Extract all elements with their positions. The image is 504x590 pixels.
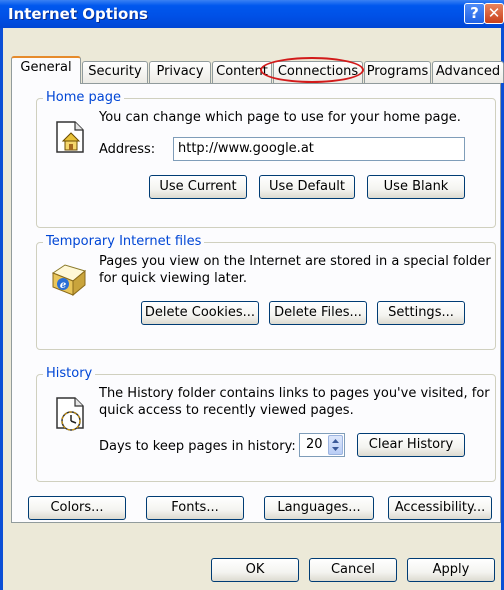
accessibility-button[interactable]: Accessibility... — [388, 496, 492, 520]
window-title: Internet Options — [8, 5, 148, 23]
tab-connections[interactable]: Connections — [273, 61, 363, 83]
home-page-description: You can change which page to use for you… — [99, 110, 461, 125]
title-bar[interactable]: Internet Options ? ✕ — [0, 0, 504, 28]
days-input[interactable]: 20 — [299, 433, 345, 457]
spinner-arrows-icon — [332, 439, 339, 451]
home-page-legend: Home page — [43, 90, 124, 106]
temp-files-description-line1: Pages you view on the Internet are store… — [99, 254, 491, 269]
svg-text:e: e — [60, 280, 66, 291]
tab-content[interactable]: Content — [212, 61, 272, 83]
history-clock-icon — [56, 397, 84, 431]
tab-advanced[interactable]: Advanced — [432, 61, 504, 83]
history-description-line2: quick access to recently viewed pages. — [99, 403, 354, 418]
ie-folder-icon: e — [51, 264, 87, 297]
days-value: 20 — [306, 437, 323, 452]
internet-options-window: Internet Options ? ✕ General Security Pr… — [0, 0, 504, 590]
colors-button[interactable]: Colors... — [28, 496, 126, 520]
delete-cookies-button[interactable]: Delete Cookies... — [141, 301, 259, 325]
clear-history-button[interactable]: Clear History — [357, 433, 465, 457]
history-legend: History — [43, 366, 96, 382]
temp-files-legend: Temporary Internet files — [43, 234, 205, 250]
cancel-button[interactable]: Cancel — [309, 558, 397, 582]
days-spinner[interactable] — [328, 435, 343, 455]
address-input[interactable]: http://www.google.at — [173, 137, 465, 161]
close-button[interactable]: ✕ — [484, 3, 504, 24]
history-description-line1: The History folder contains links to pag… — [99, 386, 490, 401]
apply-button[interactable]: Apply — [407, 558, 495, 582]
general-tab-panel: Home page You can change which page to u… — [11, 83, 501, 523]
temp-files-group: Temporary Internet files e Pages you vie… — [36, 234, 496, 350]
address-label: Address: — [99, 142, 156, 157]
tab-programs[interactable]: Programs — [364, 61, 431, 83]
tab-general[interactable]: General — [11, 56, 81, 84]
use-current-button[interactable]: Use Current — [149, 175, 247, 199]
fonts-button[interactable]: Fonts... — [146, 496, 244, 520]
temp-files-description-line2: for quick viewing later. — [99, 271, 248, 286]
help-button[interactable]: ? — [464, 3, 485, 24]
home-page-icon — [56, 121, 84, 153]
delete-files-button[interactable]: Delete Files... — [269, 301, 367, 325]
use-default-button[interactable]: Use Default — [259, 175, 355, 199]
tab-privacy[interactable]: Privacy — [149, 61, 211, 83]
days-label: Days to keep pages in history: — [99, 439, 296, 454]
languages-button[interactable]: Languages... — [264, 496, 374, 520]
history-group: History The History folder contains link… — [36, 366, 496, 482]
settings-button[interactable]: Settings... — [377, 301, 465, 325]
ok-button[interactable]: OK — [211, 558, 299, 582]
home-page-group: Home page You can change which page to u… — [36, 90, 496, 228]
tab-security[interactable]: Security — [82, 61, 148, 83]
use-blank-button[interactable]: Use Blank — [367, 175, 465, 199]
